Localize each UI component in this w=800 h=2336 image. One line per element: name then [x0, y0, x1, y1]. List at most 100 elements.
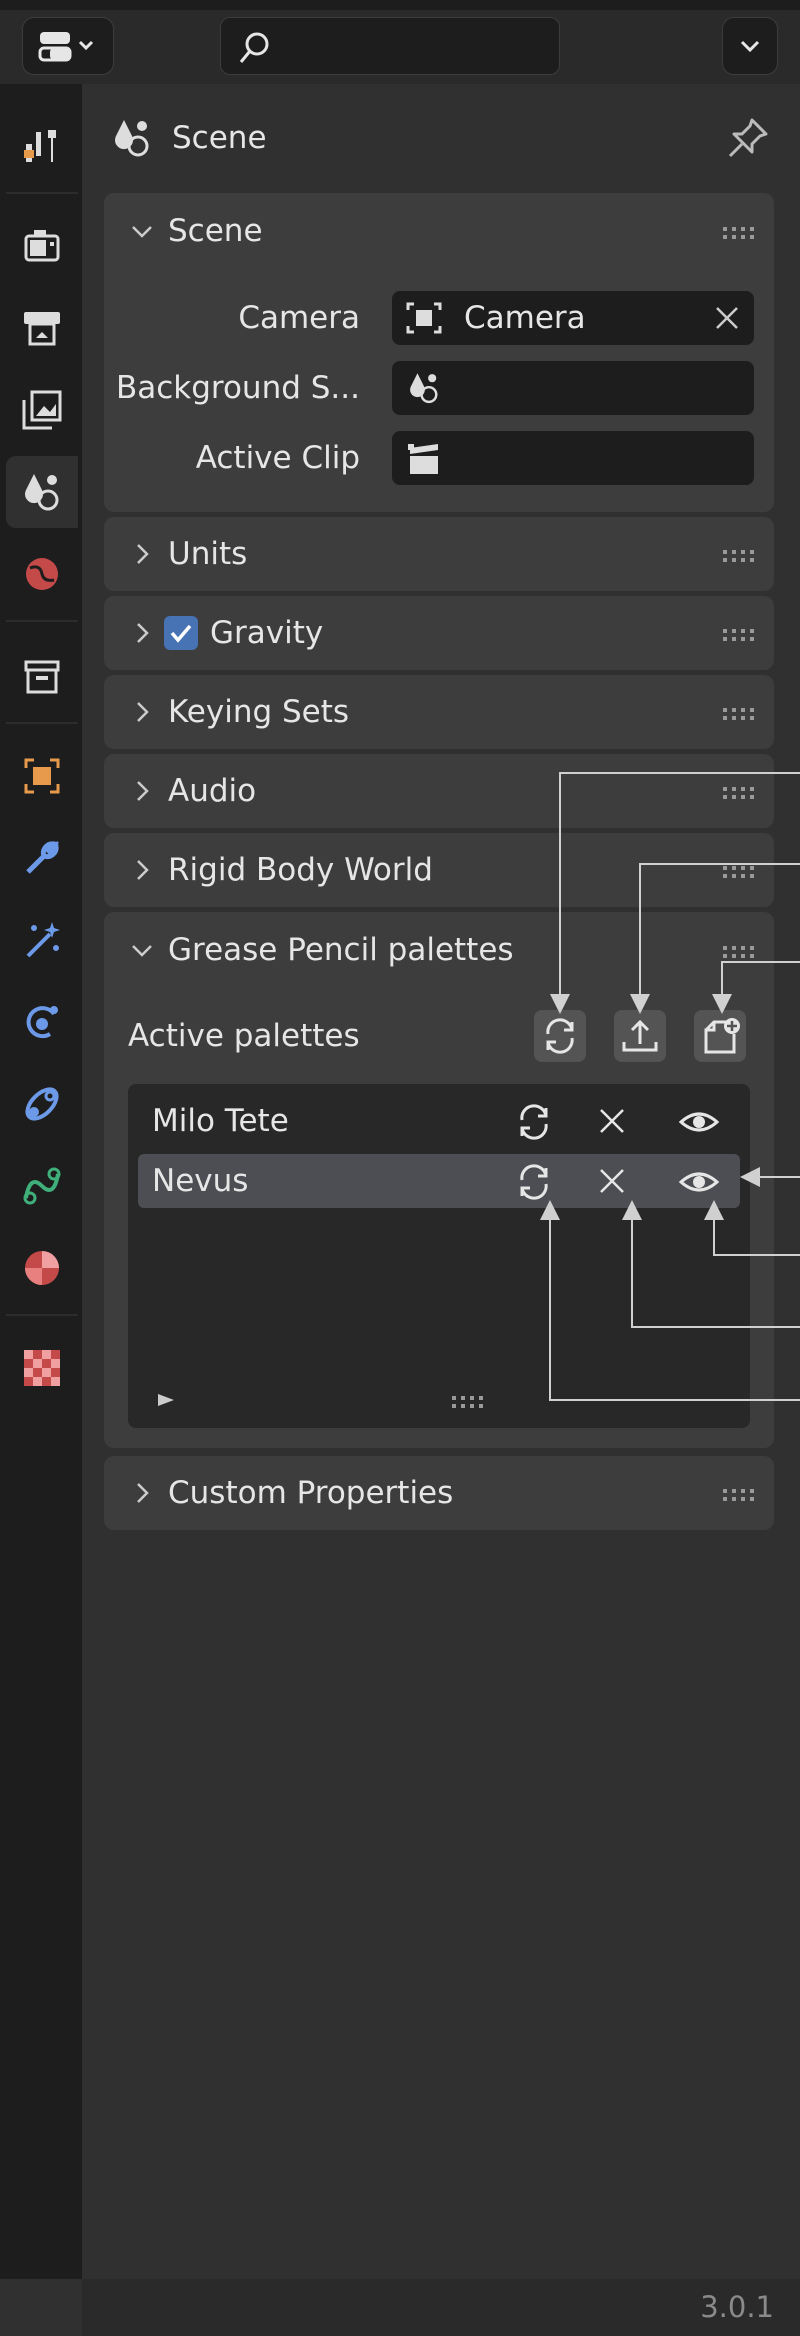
clear-icon[interactable] — [714, 305, 740, 331]
custom-properties-panel[interactable]: Custom Properties — [104, 1456, 774, 1530]
drag-grip-icon[interactable] — [723, 946, 754, 958]
tool-icon — [24, 130, 56, 162]
tab-scene[interactable] — [6, 456, 78, 528]
drag-grip-icon[interactable] — [723, 629, 754, 641]
search-input[interactable] — [220, 17, 560, 75]
active-clip-field[interactable] — [392, 431, 754, 485]
panel-title: Scene — [168, 213, 263, 249]
gravity-panel[interactable]: Gravity — [104, 596, 774, 670]
grease-pencil-panel-header[interactable]: Grease Pencil palettes — [104, 912, 774, 988]
list-item[interactable]: Milo Tete — [138, 1094, 740, 1148]
panel-title: Audio — [168, 773, 257, 809]
physics-icon — [26, 1006, 58, 1039]
drag-grip-icon[interactable] — [723, 866, 754, 878]
gravity-checkbox[interactable] — [164, 616, 198, 650]
expand-list-icon[interactable] — [156, 1392, 176, 1408]
close-icon[interactable] — [598, 1167, 626, 1195]
refresh-palettes-button[interactable] — [534, 1010, 586, 1062]
drag-grip-icon[interactable] — [723, 550, 754, 562]
active-palettes-label: Active palettes — [128, 1018, 360, 1054]
background-scene-field[interactable] — [392, 361, 754, 415]
search-icon — [239, 32, 269, 63]
tab-collection[interactable] — [6, 640, 78, 712]
chevron-right-icon — [137, 860, 149, 880]
camera-field[interactable]: Camera — [392, 291, 754, 345]
list-item[interactable]: Nevus — [138, 1154, 740, 1208]
scene-icon — [25, 474, 59, 511]
tab-texture[interactable] — [6, 1332, 78, 1404]
tab-world[interactable] — [6, 538, 78, 610]
tab-data[interactable] — [6, 1150, 78, 1222]
units-panel[interactable]: Units — [104, 517, 774, 591]
rigid-body-world-panel[interactable]: Rigid Body World — [104, 833, 774, 907]
audio-panel[interactable]: Audio — [104, 754, 774, 828]
editor-type-button[interactable] — [22, 17, 114, 75]
render-icon — [24, 230, 60, 262]
editor-header — [0, 10, 800, 84]
panel-title: Rigid Body World — [168, 852, 433, 888]
refresh-icon[interactable] — [514, 1102, 554, 1142]
drag-grip-icon[interactable] — [723, 708, 754, 720]
options-dropdown-button[interactable] — [722, 17, 778, 75]
panel-title: Keying Sets — [168, 694, 350, 730]
chevron-down-icon — [740, 40, 760, 53]
drag-grip-icon[interactable] — [723, 1489, 754, 1501]
camera-label: Camera — [238, 300, 360, 336]
close-icon[interactable] — [598, 1107, 626, 1135]
view-layer-icon — [22, 390, 62, 430]
chevron-right-icon — [137, 623, 149, 643]
properties-tab-bar — [0, 84, 82, 2279]
context-label: Scene — [172, 120, 267, 156]
keying-sets-panel[interactable]: Keying Sets — [104, 675, 774, 749]
refresh-icon[interactable] — [514, 1162, 554, 1202]
tab-object[interactable] — [6, 740, 78, 812]
palette-name: Nevus — [152, 1163, 249, 1199]
tab-modifiers[interactable] — [6, 822, 78, 894]
object-icon — [24, 758, 60, 794]
eye-icon[interactable] — [678, 1102, 720, 1142]
camera-object-icon — [406, 302, 442, 334]
grease-pencil-palettes-panel: Grease Pencil palettes Active palettes M… — [104, 912, 774, 1448]
eye-icon[interactable] — [678, 1162, 720, 1202]
tab-output[interactable] — [6, 292, 78, 364]
tab-material[interactable] — [6, 1232, 78, 1304]
tab-tool[interactable] — [6, 110, 78, 182]
palettes-list: Milo Tete Nevus — [128, 1084, 750, 1428]
curve-data-icon — [23, 1167, 61, 1205]
new-palette-button[interactable] — [694, 1010, 746, 1062]
drag-grip-icon[interactable] — [723, 787, 754, 799]
texture-icon — [24, 1350, 60, 1386]
tab-particles[interactable] — [6, 904, 78, 976]
list-resize-grip-icon[interactable] — [452, 1396, 483, 1408]
pin-button[interactable] — [726, 116, 770, 164]
chevron-right-icon — [137, 781, 149, 801]
add-file-icon — [704, 1018, 740, 1054]
background-scene-label: Background S... — [115, 370, 360, 406]
pin-icon — [728, 118, 768, 158]
panel-title: Custom Properties — [168, 1475, 454, 1511]
export-icon — [622, 1019, 658, 1052]
tab-physics[interactable] — [6, 986, 78, 1058]
tab-view-layer[interactable] — [6, 374, 78, 446]
wrench-icon — [26, 840, 60, 874]
panel-title: Units — [168, 536, 248, 572]
output-icon — [24, 312, 60, 346]
scene-icon — [410, 373, 438, 404]
checkmark-icon — [170, 624, 192, 643]
tab-constraints[interactable] — [6, 1068, 78, 1140]
chevron-right-icon — [137, 1483, 149, 1503]
chevron-down-icon — [132, 945, 152, 957]
collection-icon — [24, 660, 60, 694]
scene-panel: Scene Camera Camera Background S... Acti… — [104, 193, 774, 512]
tab-render[interactable] — [6, 210, 78, 282]
active-clip-label: Active Clip — [195, 440, 360, 476]
export-palette-button[interactable] — [614, 1010, 666, 1062]
scene-panel-header[interactable]: Scene — [104, 193, 774, 269]
drag-grip-icon[interactable] — [723, 227, 754, 239]
panel-title: Gravity — [210, 615, 324, 651]
chevron-right-icon — [137, 702, 149, 722]
world-icon — [26, 558, 58, 590]
movie-clip-icon — [408, 444, 438, 474]
refresh-icon — [546, 1018, 574, 1054]
particles-icon — [26, 922, 60, 958]
